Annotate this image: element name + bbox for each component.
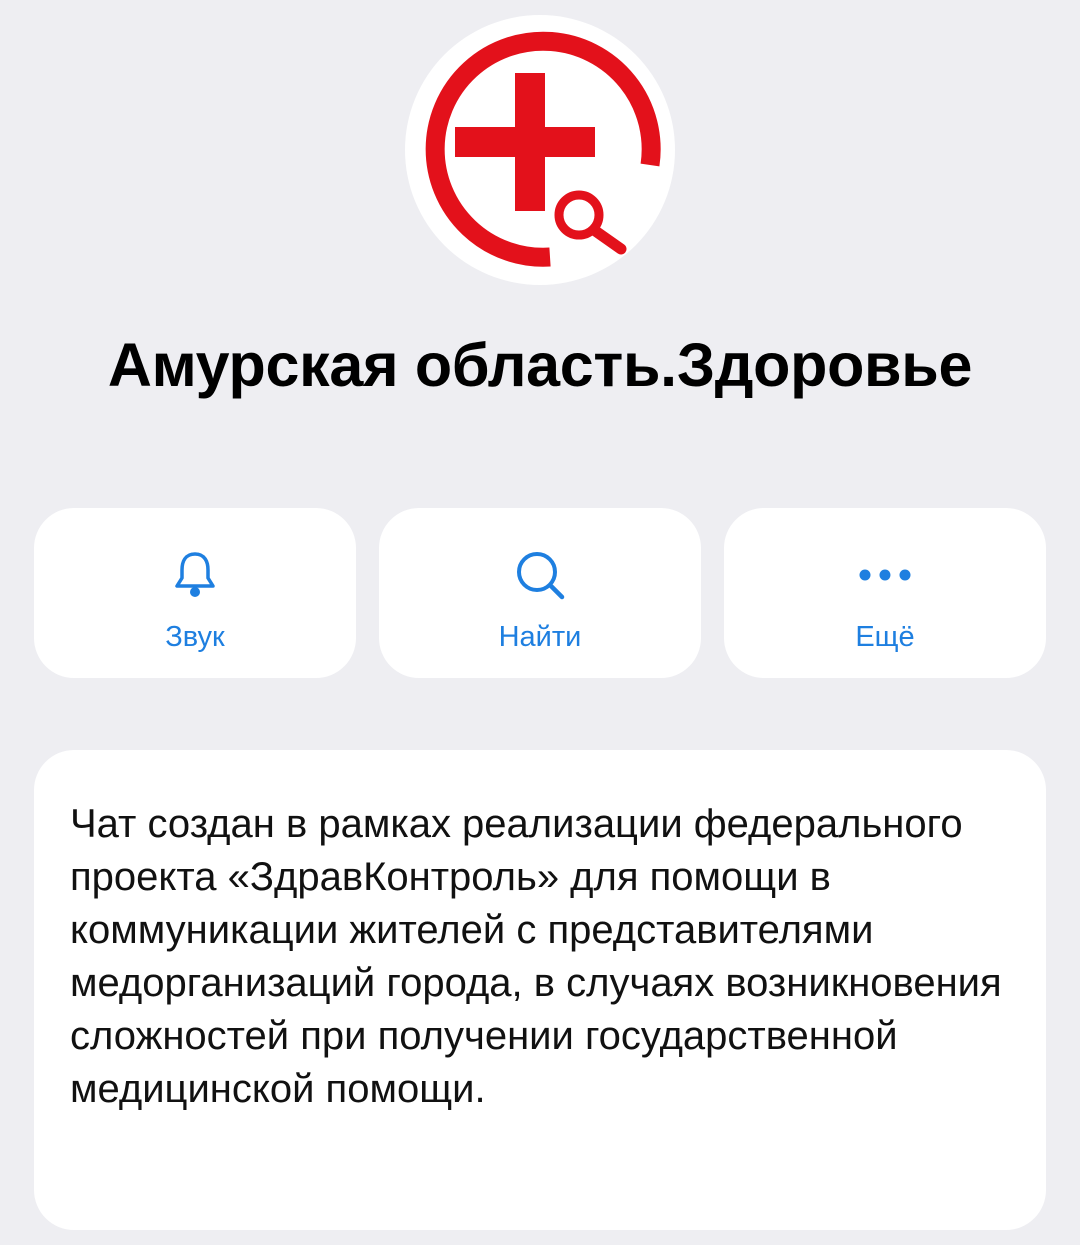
more-button-label: Ещё — [855, 621, 915, 653]
search-icon — [379, 548, 701, 602]
channel-title: Амурская область.Здоровье — [107, 331, 973, 399]
search-button[interactable]: Найти — [379, 508, 701, 678]
bell-icon — [34, 548, 356, 602]
red-cross-search-logo-icon — [425, 31, 661, 267]
more-button[interactable]: Ещё — [724, 508, 1046, 678]
channel-avatar[interactable] — [405, 15, 675, 285]
search-button-label: Найти — [498, 621, 582, 653]
channel-description-card: Чат создан в рамках реализации федеральн… — [34, 750, 1046, 1230]
sound-button[interactable]: Звук — [34, 508, 356, 678]
sound-button-label: Звук — [165, 621, 225, 653]
action-bar: Звук Найти Ещё — [34, 508, 1046, 678]
channel-description: Чат создан в рамках реализации федеральн… — [70, 802, 1002, 1111]
more-dots-icon — [724, 548, 1046, 602]
